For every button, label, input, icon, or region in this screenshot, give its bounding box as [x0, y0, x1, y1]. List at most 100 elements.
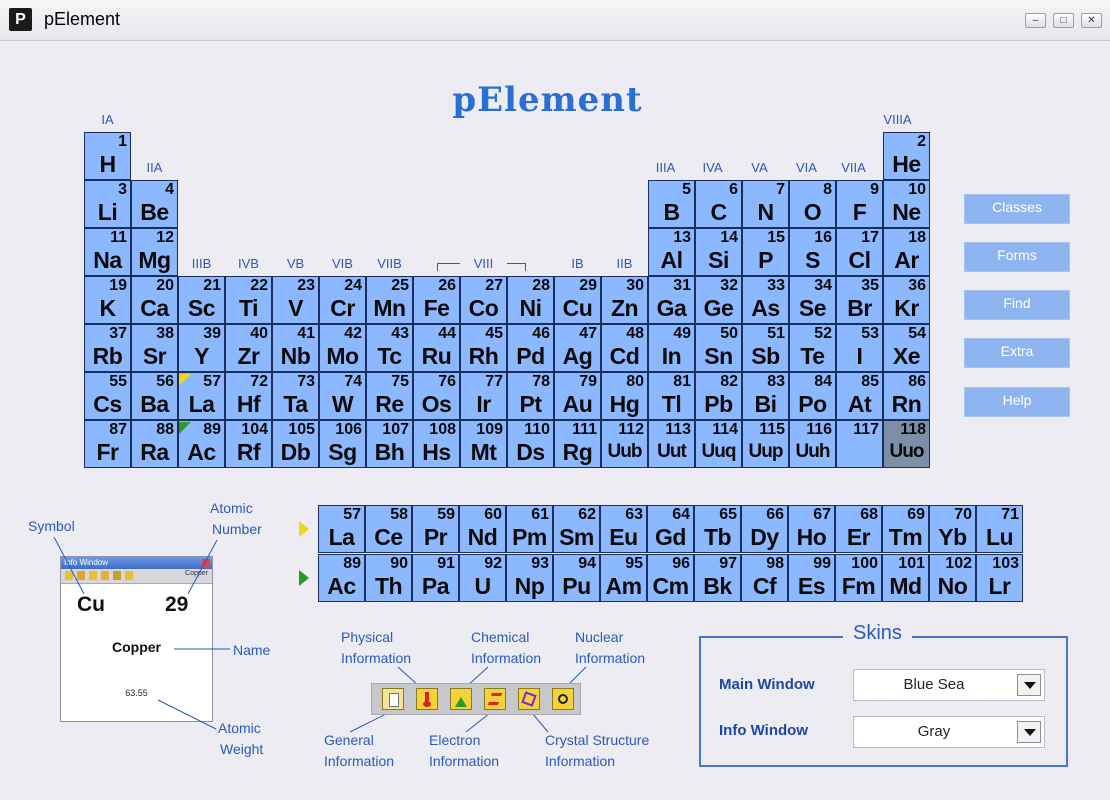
- element-cell[interactable]: 97 Bk: [694, 554, 741, 602]
- element-cell[interactable]: 57 La: [318, 505, 365, 553]
- element-cell[interactable]: 87 Fr: [84, 420, 131, 468]
- element-cell[interactable]: 20 Ca: [131, 276, 178, 324]
- element-cell[interactable]: 73 Ta: [272, 372, 319, 420]
- element-cell[interactable]: 100 Fm: [835, 554, 882, 602]
- element-cell[interactable]: 30 Zn: [601, 276, 648, 324]
- element-cell[interactable]: 82 Pb: [695, 372, 742, 420]
- element-cell[interactable]: 89 Ac: [318, 554, 365, 602]
- element-cell[interactable]: 91 Pa: [412, 554, 459, 602]
- element-cell[interactable]: 41 Nb: [272, 324, 319, 372]
- element-cell[interactable]: 37 Rb: [84, 324, 131, 372]
- element-cell[interactable]: 47 Ag: [554, 324, 601, 372]
- element-cell[interactable]: 76 Os: [413, 372, 460, 420]
- element-cell[interactable]: 14 Si: [695, 228, 742, 276]
- element-cell[interactable]: 48 Cd: [601, 324, 648, 372]
- element-cell[interactable]: 74 W: [319, 372, 366, 420]
- element-cell[interactable]: 13 Al: [648, 228, 695, 276]
- info-window-skin-select[interactable]: Gray: [853, 716, 1045, 748]
- element-cell[interactable]: 10 Ne: [883, 180, 930, 228]
- element-cell[interactable]: 49 In: [648, 324, 695, 372]
- element-cell[interactable]: 78 Pt: [507, 372, 554, 420]
- app-icon[interactable]: P: [9, 8, 32, 31]
- element-cell[interactable]: 64 Gd: [647, 505, 694, 553]
- element-cell[interactable]: 43 Tc: [366, 324, 413, 372]
- element-cell[interactable]: 90 Th: [365, 554, 412, 602]
- element-cell[interactable]: 56 Ba: [131, 372, 178, 420]
- crystal-structure-icon[interactable]: [518, 688, 540, 710]
- element-cell[interactable]: 45 Rh: [460, 324, 507, 372]
- chevron-down-icon[interactable]: [1017, 721, 1041, 743]
- element-cell[interactable]: 17 Cl: [836, 228, 883, 276]
- element-cell[interactable]: 59 Pr: [412, 505, 459, 553]
- element-cell[interactable]: 50 Sn: [695, 324, 742, 372]
- element-cell[interactable]: 11 Na: [84, 228, 131, 276]
- element-cell[interactable]: 35 Br: [836, 276, 883, 324]
- element-cell[interactable]: 72 Hf: [225, 372, 272, 420]
- element-cell[interactable]: 113 Uut: [648, 420, 695, 468]
- element-cell[interactable]: 99 Es: [788, 554, 835, 602]
- element-cell[interactable]: 106 Sg: [319, 420, 366, 468]
- element-cell[interactable]: 111 Rg: [554, 420, 601, 468]
- element-cell[interactable]: 60 Nd: [459, 505, 506, 553]
- element-cell[interactable]: 31 Ga: [648, 276, 695, 324]
- electron-info-icon[interactable]: [484, 688, 506, 710]
- element-cell[interactable]: 42 Mo: [319, 324, 366, 372]
- element-cell[interactable]: 5B: [648, 180, 695, 228]
- element-cell[interactable]: 36 Kr: [883, 276, 930, 324]
- element-cell[interactable]: 81 Tl: [648, 372, 695, 420]
- element-cell[interactable]: 52 Te: [789, 324, 836, 372]
- element-cell[interactable]: 55 Cs: [84, 372, 131, 420]
- element-cell[interactable]: 58 Ce: [365, 505, 412, 553]
- element-cell[interactable]: 116 Uuh: [789, 420, 836, 468]
- chemical-info-icon[interactable]: [450, 688, 472, 710]
- element-cell[interactable]: 39 Y: [178, 324, 225, 372]
- element-cell[interactable]: 114 Uuq: [695, 420, 742, 468]
- element-cell[interactable]: 21 Sc: [178, 276, 225, 324]
- element-cell[interactable]: 44 Ru: [413, 324, 460, 372]
- find-button[interactable]: Find: [964, 290, 1070, 320]
- element-cell[interactable]: 109 Mt: [460, 420, 507, 468]
- forms-button[interactable]: Forms: [964, 242, 1070, 272]
- element-cell[interactable]: 77 Ir: [460, 372, 507, 420]
- element-cell[interactable]: 112 Uub: [601, 420, 648, 468]
- element-cell[interactable]: 93 Np: [506, 554, 553, 602]
- element-cell[interactable]: 8O: [789, 180, 836, 228]
- element-cell[interactable]: 28 Ni: [507, 276, 554, 324]
- element-cell[interactable]: 105 Db: [272, 420, 319, 468]
- element-cell[interactable]: 61 Pm: [506, 505, 553, 553]
- element-cell[interactable]: 15 P: [742, 228, 789, 276]
- extra-button[interactable]: Extra: [964, 338, 1070, 368]
- element-cell[interactable]: 2 He: [883, 132, 930, 180]
- element-cell[interactable]: 84 Po: [789, 372, 836, 420]
- nuclear-info-icon[interactable]: [552, 688, 574, 710]
- element-cell[interactable]: 88 Ra: [131, 420, 178, 468]
- element-cell[interactable]: 7N: [742, 180, 789, 228]
- element-cell[interactable]: 51 Sb: [742, 324, 789, 372]
- element-cell[interactable]: 98 Cf: [741, 554, 788, 602]
- element-cell[interactable]: 34 Se: [789, 276, 836, 324]
- element-cell[interactable]: 19 K: [84, 276, 131, 324]
- element-cell[interactable]: 65 Tb: [694, 505, 741, 553]
- element-cell[interactable]: 96 Cm: [647, 554, 694, 602]
- element-cell[interactable]: 103 Lr: [976, 554, 1023, 602]
- element-cell[interactable]: 108 Hs: [413, 420, 460, 468]
- element-cell[interactable]: 29 Cu: [554, 276, 601, 324]
- element-cell[interactable]: 3 Li: [84, 180, 131, 228]
- element-cell[interactable]: 85 At: [836, 372, 883, 420]
- element-cell[interactable]: 115 Uup: [742, 420, 789, 468]
- element-cell[interactable]: 110 Ds: [507, 420, 554, 468]
- element-cell[interactable]: 33 As: [742, 276, 789, 324]
- element-cell[interactable]: 75 Re: [366, 372, 413, 420]
- general-info-icon[interactable]: [382, 688, 404, 710]
- element-cell[interactable]: 1H: [84, 132, 131, 180]
- element-cell[interactable]: 16 S: [789, 228, 836, 276]
- element-cell[interactable]: 118 Uuo: [883, 420, 930, 468]
- element-cell[interactable]: 54 Xe: [883, 324, 930, 372]
- element-cell[interactable]: 18 Ar: [883, 228, 930, 276]
- element-cell[interactable]: 86 Rn: [883, 372, 930, 420]
- close-button[interactable]: ✕: [1081, 13, 1102, 28]
- element-cell[interactable]: 92 U: [459, 554, 506, 602]
- element-cell[interactable]: 66 Dy: [741, 505, 788, 553]
- element-cell[interactable]: 63 Eu: [600, 505, 647, 553]
- element-cell[interactable]: 46 Pd: [507, 324, 554, 372]
